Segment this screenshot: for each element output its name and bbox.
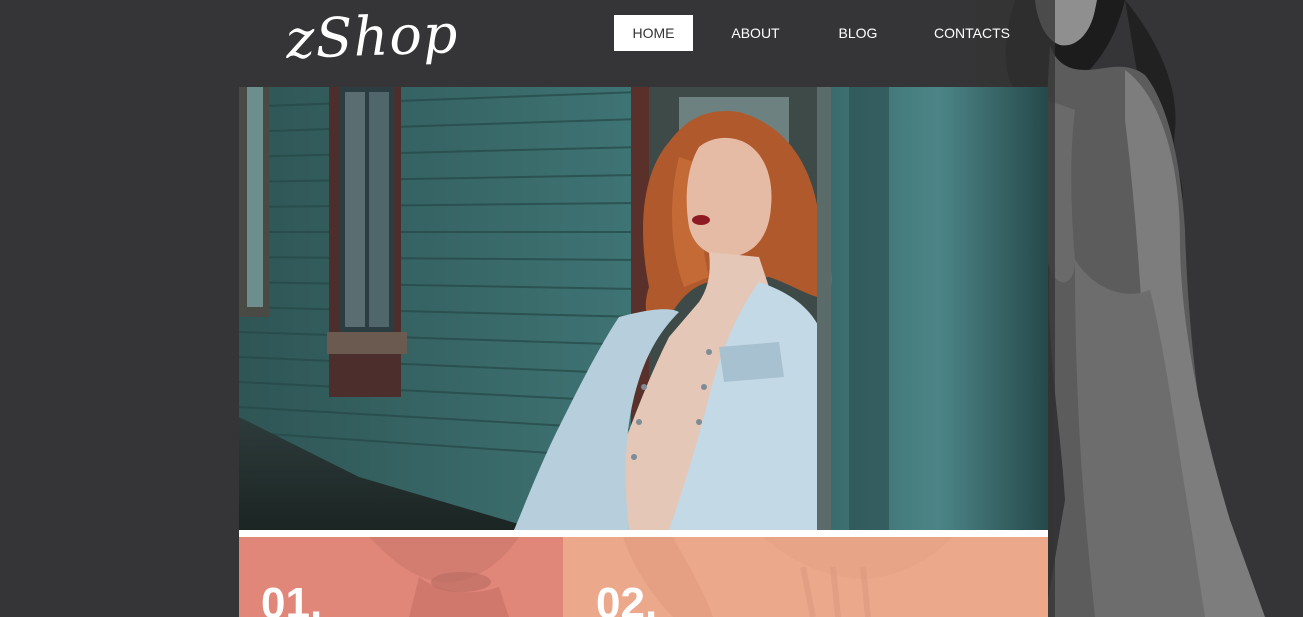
nav-about[interactable]: ABOUT (693, 15, 818, 51)
page: zShop HOME ABOUT BLOG CONTACTS 01. 02. (0, 0, 1303, 617)
tile-2-number: 02. (596, 579, 658, 617)
section-divider (239, 530, 1048, 537)
logo[interactable]: zShop (285, 0, 460, 75)
feature-tile-1[interactable]: 01. (239, 537, 563, 617)
tile-1-number: 01. (261, 579, 323, 617)
nav-home[interactable]: HOME (614, 15, 693, 51)
hero-image (239, 87, 1048, 530)
feature-tile-2[interactable]: 02. (563, 537, 1048, 617)
nav-blog[interactable]: BLOG (818, 15, 898, 51)
main-nav: HOME ABOUT BLOG CONTACTS (614, 15, 1046, 51)
nav-contacts[interactable]: CONTACTS (898, 15, 1046, 51)
